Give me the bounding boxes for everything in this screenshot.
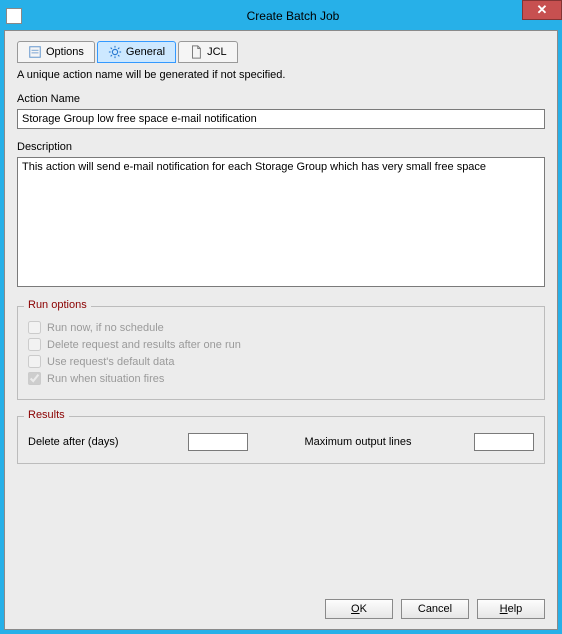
description-label: Description xyxy=(17,141,545,153)
cancel-button[interactable]: Cancel xyxy=(401,599,469,619)
hint-text: A unique action name will be generated i… xyxy=(17,69,545,81)
options-icon xyxy=(28,45,42,59)
max-lines-label: Maximum output lines xyxy=(304,436,411,448)
delete-after-label: Delete after (days) xyxy=(28,436,118,448)
delete-after-input[interactable] xyxy=(188,433,248,451)
ok-button[interactable]: OK xyxy=(325,599,393,619)
tab-options[interactable]: Options xyxy=(17,41,95,63)
delete-request-label: Delete request and results after one run xyxy=(47,339,241,351)
run-when-fires-label: Run when situation fires xyxy=(47,373,164,385)
run-when-fires-checkbox[interactable] xyxy=(28,372,41,385)
tab-jcl[interactable]: JCL xyxy=(178,41,238,63)
gear-icon xyxy=(108,45,122,59)
use-default-checkbox[interactable] xyxy=(28,355,41,368)
description-textarea[interactable] xyxy=(17,157,545,287)
tab-jcl-label: JCL xyxy=(207,46,227,58)
run-now-check[interactable]: Run now, if no schedule xyxy=(28,321,534,334)
run-options-group: Run options Run now, if no schedule Dele… xyxy=(17,306,545,400)
delete-request-check[interactable]: Delete request and results after one run xyxy=(28,338,534,351)
action-name-input[interactable] xyxy=(17,109,545,129)
tab-general-label: General xyxy=(126,46,165,58)
window-frame: Create Batch Job ✕ Options General JCL A… xyxy=(0,0,562,634)
close-icon: ✕ xyxy=(537,2,548,17)
tab-bar: Options General JCL xyxy=(17,41,545,63)
use-default-check[interactable]: Use request's default data xyxy=(28,355,534,368)
run-now-checkbox[interactable] xyxy=(28,321,41,334)
results-group: Results Delete after (days) Maximum outp… xyxy=(17,416,545,464)
use-default-label: Use request's default data xyxy=(47,356,174,368)
document-icon xyxy=(189,45,203,59)
results-title: Results xyxy=(24,409,69,421)
dialog-buttons: OK Cancel Help xyxy=(325,599,545,619)
max-lines-input[interactable] xyxy=(474,433,534,451)
run-when-fires-check[interactable]: Run when situation fires xyxy=(28,372,534,385)
tab-general[interactable]: General xyxy=(97,41,176,63)
close-button[interactable]: ✕ xyxy=(522,0,562,20)
results-row: Delete after (days) Maximum output lines xyxy=(28,427,534,453)
window-title: Create Batch Job xyxy=(28,9,558,23)
client-area: Options General JCL A unique action name… xyxy=(4,30,558,630)
app-icon xyxy=(6,8,22,24)
run-now-label: Run now, if no schedule xyxy=(47,322,164,334)
run-options-title: Run options xyxy=(24,299,91,311)
help-button[interactable]: Help xyxy=(477,599,545,619)
delete-request-checkbox[interactable] xyxy=(28,338,41,351)
titlebar: Create Batch Job ✕ xyxy=(4,4,558,28)
action-name-label: Action Name xyxy=(17,93,545,105)
tab-options-label: Options xyxy=(46,46,84,58)
